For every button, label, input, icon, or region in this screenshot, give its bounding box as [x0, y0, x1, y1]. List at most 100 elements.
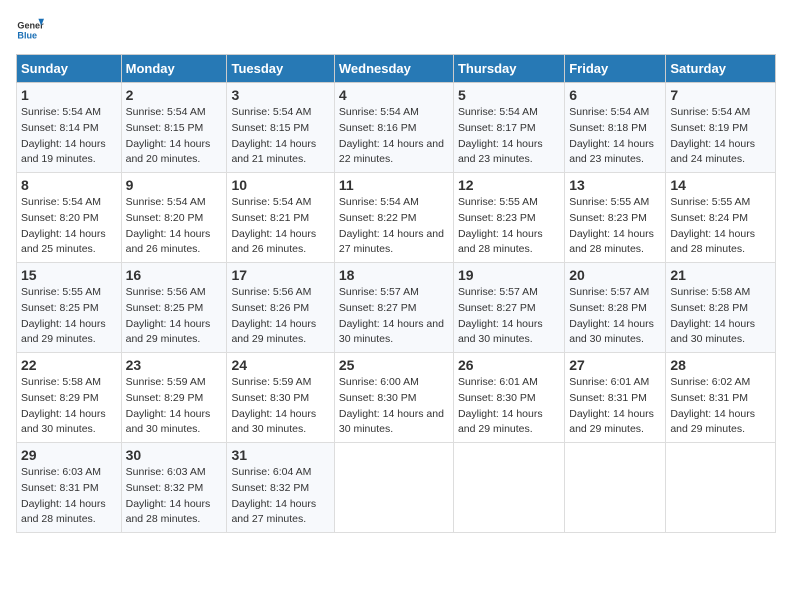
- day-info: Sunrise: 5:55 AMSunset: 8:23 PMDaylight:…: [569, 196, 654, 255]
- empty-cell: [453, 443, 564, 533]
- day-info: Sunrise: 5:54 AMSunset: 8:14 PMDaylight:…: [21, 106, 106, 165]
- day-info: Sunrise: 5:55 AMSunset: 8:23 PMDaylight:…: [458, 196, 543, 255]
- day-cell-23: 23 Sunrise: 5:59 AMSunset: 8:29 PMDaylig…: [121, 353, 227, 443]
- calendar-table: SundayMondayTuesdayWednesdayThursdayFrid…: [16, 54, 776, 533]
- logo: General Blue: [16, 16, 44, 44]
- day-number: 8: [21, 177, 117, 193]
- day-cell-4: 4 Sunrise: 5:54 AMSunset: 8:16 PMDayligh…: [334, 83, 453, 173]
- col-header-sunday: Sunday: [17, 55, 122, 83]
- day-cell-31: 31 Sunrise: 6:04 AMSunset: 8:32 PMDaylig…: [227, 443, 334, 533]
- day-info: Sunrise: 5:54 AMSunset: 8:17 PMDaylight:…: [458, 106, 543, 165]
- day-number: 23: [126, 357, 223, 373]
- day-info: Sunrise: 5:54 AMSunset: 8:15 PMDaylight:…: [231, 106, 316, 165]
- day-cell-26: 26 Sunrise: 6:01 AMSunset: 8:30 PMDaylig…: [453, 353, 564, 443]
- day-info: Sunrise: 5:54 AMSunset: 8:18 PMDaylight:…: [569, 106, 654, 165]
- day-info: Sunrise: 5:55 AMSunset: 8:25 PMDaylight:…: [21, 286, 106, 345]
- col-header-wednesday: Wednesday: [334, 55, 453, 83]
- day-number: 24: [231, 357, 329, 373]
- day-number: 13: [569, 177, 661, 193]
- day-info: Sunrise: 5:57 AMSunset: 8:27 PMDaylight:…: [458, 286, 543, 345]
- svg-text:Blue: Blue: [17, 30, 37, 40]
- day-cell-6: 6 Sunrise: 5:54 AMSunset: 8:18 PMDayligh…: [565, 83, 666, 173]
- day-info: Sunrise: 5:57 AMSunset: 8:27 PMDaylight:…: [339, 286, 444, 345]
- day-info: Sunrise: 6:03 AMSunset: 8:31 PMDaylight:…: [21, 466, 106, 525]
- day-cell-7: 7 Sunrise: 5:54 AMSunset: 8:19 PMDayligh…: [666, 83, 776, 173]
- day-cell-30: 30 Sunrise: 6:03 AMSunset: 8:32 PMDaylig…: [121, 443, 227, 533]
- day-info: Sunrise: 5:54 AMSunset: 8:16 PMDaylight:…: [339, 106, 444, 165]
- day-number: 3: [231, 87, 329, 103]
- day-number: 14: [670, 177, 771, 193]
- day-number: 29: [21, 447, 117, 463]
- day-number: 26: [458, 357, 560, 373]
- day-info: Sunrise: 6:01 AMSunset: 8:30 PMDaylight:…: [458, 376, 543, 435]
- day-cell-25: 25 Sunrise: 6:00 AMSunset: 8:30 PMDaylig…: [334, 353, 453, 443]
- day-number: 6: [569, 87, 661, 103]
- empty-cell: [334, 443, 453, 533]
- day-number: 15: [21, 267, 117, 283]
- day-info: Sunrise: 6:01 AMSunset: 8:31 PMDaylight:…: [569, 376, 654, 435]
- day-number: 1: [21, 87, 117, 103]
- day-info: Sunrise: 6:00 AMSunset: 8:30 PMDaylight:…: [339, 376, 444, 435]
- day-number: 30: [126, 447, 223, 463]
- day-info: Sunrise: 5:54 AMSunset: 8:19 PMDaylight:…: [670, 106, 755, 165]
- col-header-monday: Monday: [121, 55, 227, 83]
- day-cell-16: 16 Sunrise: 5:56 AMSunset: 8:25 PMDaylig…: [121, 263, 227, 353]
- day-number: 17: [231, 267, 329, 283]
- day-number: 2: [126, 87, 223, 103]
- day-cell-12: 12 Sunrise: 5:55 AMSunset: 8:23 PMDaylig…: [453, 173, 564, 263]
- day-number: 4: [339, 87, 449, 103]
- day-number: 5: [458, 87, 560, 103]
- day-cell-3: 3 Sunrise: 5:54 AMSunset: 8:15 PMDayligh…: [227, 83, 334, 173]
- day-cell-15: 15 Sunrise: 5:55 AMSunset: 8:25 PMDaylig…: [17, 263, 122, 353]
- day-cell-22: 22 Sunrise: 5:58 AMSunset: 8:29 PMDaylig…: [17, 353, 122, 443]
- day-number: 25: [339, 357, 449, 373]
- day-cell-27: 27 Sunrise: 6:01 AMSunset: 8:31 PMDaylig…: [565, 353, 666, 443]
- day-info: Sunrise: 5:54 AMSunset: 8:22 PMDaylight:…: [339, 196, 444, 255]
- day-info: Sunrise: 6:04 AMSunset: 8:32 PMDaylight:…: [231, 466, 316, 525]
- day-number: 27: [569, 357, 661, 373]
- col-header-thursday: Thursday: [453, 55, 564, 83]
- day-info: Sunrise: 5:54 AMSunset: 8:21 PMDaylight:…: [231, 196, 316, 255]
- day-cell-28: 28 Sunrise: 6:02 AMSunset: 8:31 PMDaylig…: [666, 353, 776, 443]
- day-cell-18: 18 Sunrise: 5:57 AMSunset: 8:27 PMDaylig…: [334, 263, 453, 353]
- col-header-friday: Friday: [565, 55, 666, 83]
- day-cell-8: 8 Sunrise: 5:54 AMSunset: 8:20 PMDayligh…: [17, 173, 122, 263]
- day-cell-14: 14 Sunrise: 5:55 AMSunset: 8:24 PMDaylig…: [666, 173, 776, 263]
- day-number: 7: [670, 87, 771, 103]
- day-info: Sunrise: 5:58 AMSunset: 8:29 PMDaylight:…: [21, 376, 106, 435]
- col-header-tuesday: Tuesday: [227, 55, 334, 83]
- day-cell-20: 20 Sunrise: 5:57 AMSunset: 8:28 PMDaylig…: [565, 263, 666, 353]
- day-info: Sunrise: 6:03 AMSunset: 8:32 PMDaylight:…: [126, 466, 211, 525]
- day-number: 31: [231, 447, 329, 463]
- day-cell-2: 2 Sunrise: 5:54 AMSunset: 8:15 PMDayligh…: [121, 83, 227, 173]
- logo-icon: General Blue: [16, 16, 44, 44]
- day-info: Sunrise: 5:59 AMSunset: 8:30 PMDaylight:…: [231, 376, 316, 435]
- day-cell-5: 5 Sunrise: 5:54 AMSunset: 8:17 PMDayligh…: [453, 83, 564, 173]
- day-cell-21: 21 Sunrise: 5:58 AMSunset: 8:28 PMDaylig…: [666, 263, 776, 353]
- day-info: Sunrise: 5:57 AMSunset: 8:28 PMDaylight:…: [569, 286, 654, 345]
- day-number: 16: [126, 267, 223, 283]
- day-info: Sunrise: 5:55 AMSunset: 8:24 PMDaylight:…: [670, 196, 755, 255]
- day-cell-17: 17 Sunrise: 5:56 AMSunset: 8:26 PMDaylig…: [227, 263, 334, 353]
- col-header-saturday: Saturday: [666, 55, 776, 83]
- day-number: 18: [339, 267, 449, 283]
- day-info: Sunrise: 5:54 AMSunset: 8:20 PMDaylight:…: [126, 196, 211, 255]
- day-number: 9: [126, 177, 223, 193]
- day-cell-11: 11 Sunrise: 5:54 AMSunset: 8:22 PMDaylig…: [334, 173, 453, 263]
- day-cell-19: 19 Sunrise: 5:57 AMSunset: 8:27 PMDaylig…: [453, 263, 564, 353]
- day-number: 28: [670, 357, 771, 373]
- day-info: Sunrise: 5:59 AMSunset: 8:29 PMDaylight:…: [126, 376, 211, 435]
- day-cell-24: 24 Sunrise: 5:59 AMSunset: 8:30 PMDaylig…: [227, 353, 334, 443]
- day-info: Sunrise: 5:54 AMSunset: 8:20 PMDaylight:…: [21, 196, 106, 255]
- day-number: 21: [670, 267, 771, 283]
- day-cell-13: 13 Sunrise: 5:55 AMSunset: 8:23 PMDaylig…: [565, 173, 666, 263]
- day-cell-1: 1 Sunrise: 5:54 AMSunset: 8:14 PMDayligh…: [17, 83, 122, 173]
- day-info: Sunrise: 5:56 AMSunset: 8:26 PMDaylight:…: [231, 286, 316, 345]
- day-cell-9: 9 Sunrise: 5:54 AMSunset: 8:20 PMDayligh…: [121, 173, 227, 263]
- day-number: 20: [569, 267, 661, 283]
- day-number: 22: [21, 357, 117, 373]
- day-number: 11: [339, 177, 449, 193]
- day-info: Sunrise: 5:58 AMSunset: 8:28 PMDaylight:…: [670, 286, 755, 345]
- empty-cell: [565, 443, 666, 533]
- day-number: 12: [458, 177, 560, 193]
